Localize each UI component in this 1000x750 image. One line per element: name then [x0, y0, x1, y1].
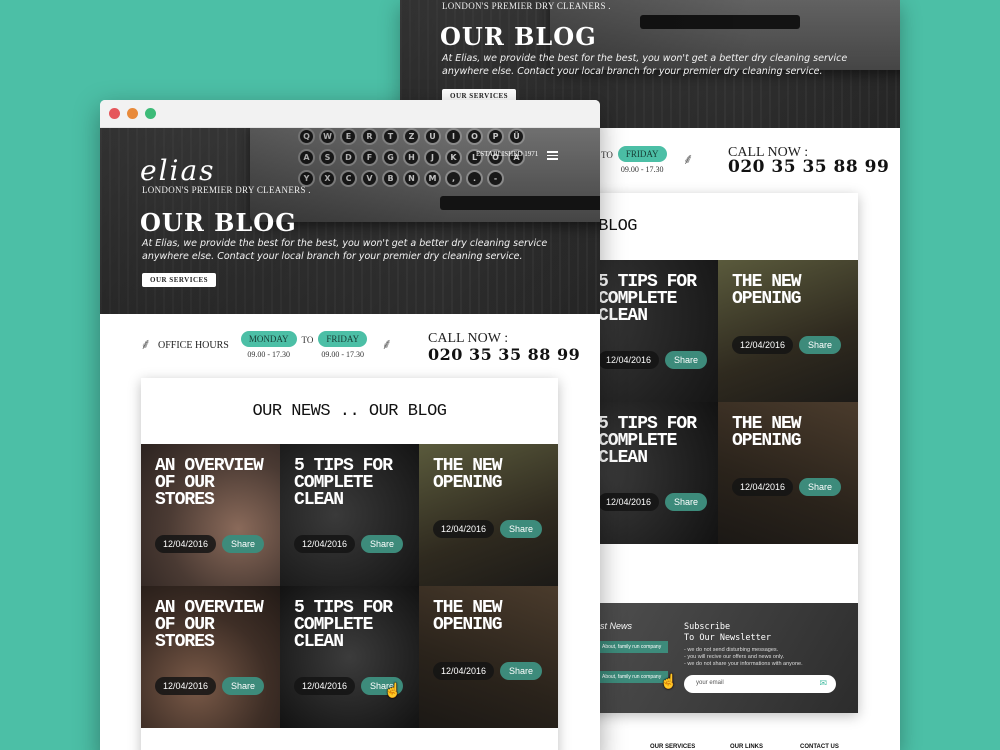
- back-friday-pill: FRIDAY: [617, 146, 667, 162]
- send-mail-icon[interactable]: ✉: [819, 678, 827, 689]
- latest-news-item[interactable]: About, family run company: [598, 671, 668, 683]
- post-date: 12/04/2016: [294, 677, 356, 695]
- post-title: THE NEW OPENING: [433, 598, 503, 635]
- share-button[interactable]: Share: [799, 478, 842, 496]
- blog-card: OUR NEWS .. OUR BLOG AN OVERVIEW OF OUR …: [141, 378, 558, 750]
- our-services-button[interactable]: OUR SERVICES: [142, 273, 217, 287]
- monday-pill: MONDAY: [240, 331, 297, 347]
- leaf-divider-icon: ⸙: [682, 151, 694, 168]
- post-title: AN OVERVIEW OF OUR STORES: [155, 456, 264, 510]
- blog-post-tile[interactable]: THE NEW OPENING 12/04/2016 Share: [419, 444, 558, 586]
- share-button[interactable]: Share: [799, 336, 842, 354]
- post-title: AN OVERVIEW OF OUR STORES: [155, 598, 264, 652]
- back-office-hours: TO FRIDAY 09.00 - 17.30 ⸙: [596, 146, 694, 174]
- footer-our-links[interactable]: OUR LINKS: [730, 744, 763, 750]
- latest-news-item[interactable]: About, family run company: [598, 641, 668, 653]
- close-window-button[interactable]: [109, 108, 120, 119]
- back-hero-text: At Elias, we provide the best for the be…: [442, 53, 848, 77]
- post-title: 5 TIPS FOR COMPLETE CLEAN: [294, 598, 393, 652]
- hero-banner: QWERTZUIOPÜASDFGHJKLÖÄYXCVBNM,.- elias L…: [100, 128, 600, 314]
- blog-post-tile[interactable]: THE NEW OPENING 12/04/2016 Share: [419, 586, 558, 728]
- leaf-divider-icon: ⸙: [140, 336, 152, 353]
- post-date: 12/04/2016: [155, 535, 217, 553]
- share-button[interactable]: Share: [665, 493, 708, 511]
- blog-heading: OUR NEWS .. OUR BLOG: [252, 402, 447, 421]
- browser-titlebar: [100, 100, 600, 128]
- blog-post-tile[interactable]: 5 TIPS FOR COMPLETE CLEAN 12/04/2016 Sha…: [280, 586, 419, 728]
- share-button[interactable]: Share: [500, 520, 543, 538]
- post-date: 12/04/2016: [433, 520, 495, 538]
- blog-post-tile[interactable]: AN OVERVIEW OF OUR STORES 12/04/2016 Sha…: [141, 586, 280, 728]
- post-date: 12/04/2016: [294, 535, 356, 553]
- minimize-window-button[interactable]: [127, 108, 138, 119]
- blog-grid: AN OVERVIEW OF OUR STORES 12/04/2016 Sha…: [141, 444, 558, 728]
- hamburger-menu-icon[interactable]: [547, 151, 558, 160]
- newsletter-email-input[interactable]: your email ✉: [684, 675, 836, 693]
- back-hours-to: TO: [601, 150, 613, 160]
- office-hours-label: OFFICE HOURS: [158, 339, 229, 351]
- friday-pill: FRIDAY: [318, 331, 368, 347]
- brand-logo[interactable]: elias: [140, 154, 216, 187]
- post-title: 5 TIPS FOR COMPLETE CLEAN: [294, 456, 393, 510]
- back-post-tile[interactable]: THE NEW OPENING 12/04/2016 Share: [718, 402, 858, 544]
- established-label: ESTABLISHED 1971: [476, 150, 539, 158]
- phone-number[interactable]: 020 35 35 88 99: [428, 347, 580, 363]
- hero-title: OUR BLOG: [140, 208, 297, 237]
- call-now: CALL NOW : 020 35 35 88 99: [428, 331, 581, 364]
- post-date: 12/04/2016: [155, 677, 217, 695]
- office-hours: ⸙ OFFICE HOURS MONDAY 09.00 - 17.30 TO F…: [140, 331, 393, 359]
- blog-post-tile[interactable]: AN OVERVIEW OF OUR STORES 12/04/2016 Sha…: [141, 444, 280, 586]
- back-hero-title: OUR BLOG: [440, 22, 597, 51]
- footer-contact-us[interactable]: CONTACT US: [800, 744, 839, 750]
- blog-post-tile[interactable]: 5 TIPS FOR COMPLETE CLEAN 12/04/2016 Sha…: [280, 444, 419, 586]
- hero-text: At Elias, we provide the best for the be…: [142, 238, 548, 262]
- hand-cursor-icon: ☝: [660, 673, 678, 689]
- browser-window: QWERTZUIOPÜASDFGHJKLÖÄYXCVBNM,.- elias L…: [100, 100, 600, 750]
- hours-to: TO: [301, 335, 314, 345]
- back-tagline: LONDON'S PREMIER DRY CLEANERS .: [442, 1, 611, 11]
- post-title: THE NEW OPENING: [433, 456, 503, 493]
- brand-tagline: LONDON'S PREMIER DRY CLEANERS .: [142, 185, 311, 195]
- share-button[interactable]: Share: [222, 677, 265, 695]
- footer-our-services[interactable]: OUR SERVICES: [650, 744, 695, 750]
- post-date: 12/04/2016: [433, 662, 495, 680]
- back-post-tile[interactable]: THE NEW OPENING 12/04/2016 Share: [718, 260, 858, 402]
- share-button[interactable]: Share: [500, 662, 543, 680]
- back-call-now: CALL NOW : 020 35 35 88 99: [728, 145, 890, 177]
- newsletter-section: Latest News About, family run company Ab…: [582, 603, 858, 713]
- share-button[interactable]: Share: [665, 351, 708, 369]
- share-button[interactable]: Share: [361, 535, 404, 553]
- hand-cursor-icon: ☝: [384, 682, 402, 698]
- back-phone-number: 020 35 35 88 99: [728, 157, 890, 177]
- share-button[interactable]: Share: [222, 535, 265, 553]
- maximize-window-button[interactable]: [145, 108, 156, 119]
- leaf-divider-icon: ⸙: [381, 336, 393, 353]
